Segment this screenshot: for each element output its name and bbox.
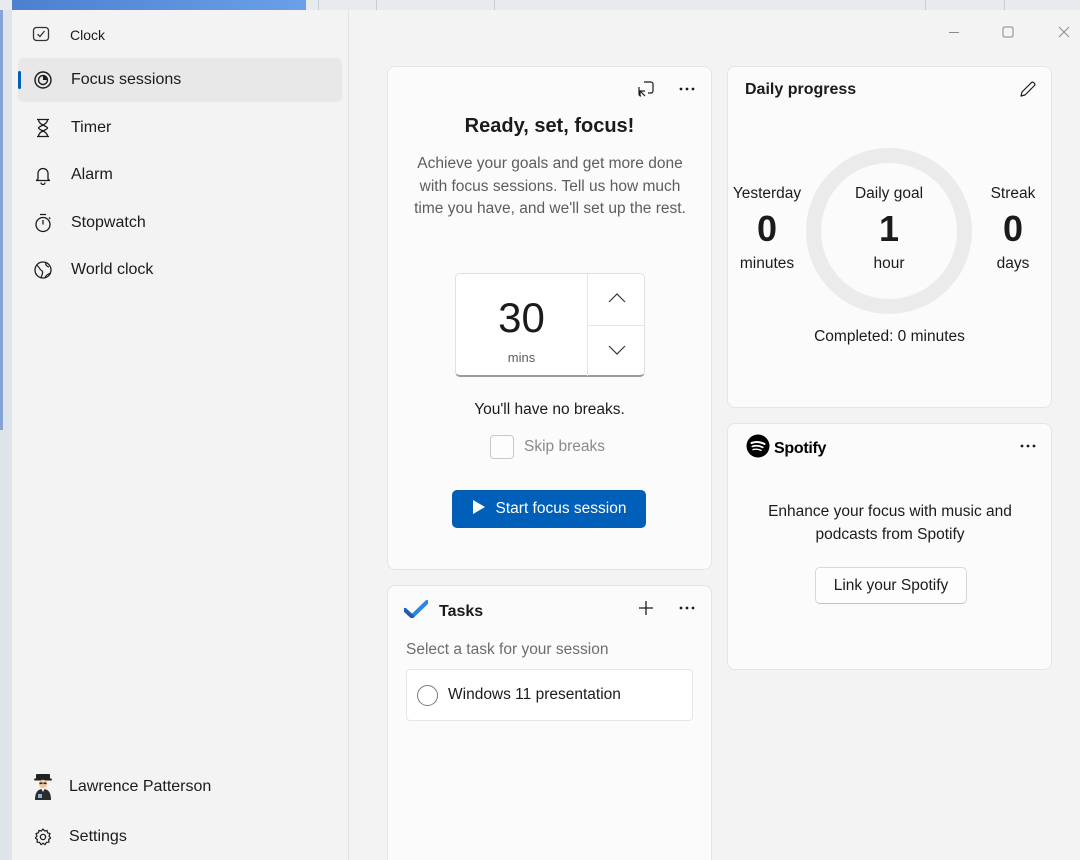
chevron-down-icon [608,342,626,360]
sidebar-item-world-clock[interactable]: World clock [18,248,342,292]
yesterday-value: 0 [756,208,778,249]
edit-pencil-icon[interactable] [1014,75,1042,103]
increase-duration-button[interactable] [588,274,645,324]
todo-check-icon [403,600,429,623]
sidebar-item-label: Timer [71,118,112,136]
bell-icon [32,164,54,186]
daily-progress-title: Daily progress [745,81,857,98]
close-icon[interactable] [1052,22,1076,42]
focus-icon [32,69,54,91]
focus-description: Achieve your goals and get more done wit… [414,155,686,217]
focus-session-card: Ready, set, focus! Achieve your goals an… [387,66,712,570]
decrease-duration-button[interactable] [588,326,645,376]
stopwatch-icon [32,212,54,234]
skip-breaks-label: Skip breaks [524,438,605,455]
sidebar-item-label: Stopwatch [71,213,146,231]
daily-progress-card: Daily progress Yesterday 0 minutes Daily… [727,66,1052,408]
more-options-icon[interactable] [673,75,701,103]
tasks-subtitle: Select a task for your session [406,641,609,658]
sidebar-item-alarm[interactable]: Alarm [18,153,342,197]
duration-value[interactable]: 30 [456,294,587,342]
app-titlebar: Clock [32,24,105,46]
sidebar-item-label: Focus sessions [71,71,182,88]
task-radio[interactable] [417,684,438,706]
streak-unit: days [996,255,1030,272]
skip-breaks-checkbox[interactable]: Skip breaks [490,435,605,459]
start-focus-session-button[interactable]: Start focus session [452,490,646,528]
chevron-up-icon [608,290,626,308]
daily-goal-label: Daily goal [854,185,924,202]
daily-goal-value: 1 [878,208,900,249]
task-label: Windows 11 presentation [448,686,621,703]
play-icon [472,499,486,520]
sidebar-item-label: World clock [71,261,154,278]
background-window-strip [0,0,1080,10]
minimize-icon[interactable] [942,22,966,42]
app-title: Clock [70,27,106,43]
focus-title: Ready, set, focus! [464,115,635,137]
spotify-logo: Spotify [746,434,826,463]
tasks-title: Tasks [439,602,484,620]
keep-on-top-icon[interactable] [632,75,660,103]
streak-stat: Streak 0 days [978,185,1048,273]
checkbox-box[interactable] [490,435,514,459]
yesterday-label: Yesterday [732,185,802,202]
account-name: Lawrence Patterson [69,778,212,795]
streak-label: Streak [990,185,1036,202]
link-spotify-button[interactable]: Link your Spotify [815,567,967,604]
daily-goal-unit: hour [873,255,905,272]
spotify-brand-text: Spotify [774,439,827,457]
sidebar-item-stopwatch[interactable]: Stopwatch [18,201,342,245]
settings-item[interactable]: Settings [32,824,127,850]
clock-app-window: Clock Focus sessions Timer Alarm Stopwat… [12,10,1080,860]
more-options-icon[interactable] [1014,432,1042,460]
more-options-icon[interactable] [673,594,701,622]
sidebar-item-focus-sessions[interactable]: Focus sessions [18,58,342,102]
daily-goal-stat: Daily goal 1 hour [839,185,939,273]
completed-text: Completed: 0 minutes [814,328,965,345]
background-window-edge [0,10,12,860]
tasks-header: Tasks [403,600,484,623]
spotify-card: Spotify Enhance your focus with music an… [727,423,1052,670]
duration-stepper[interactable]: 30 mins [455,273,645,377]
sidebar-item-timer[interactable]: Timer [18,106,342,150]
task-item[interactable]: Windows 11 presentation [406,669,693,721]
spotify-description: Enhance your focus with music and podcas… [768,503,1012,543]
hourglass-icon [32,117,54,139]
yesterday-stat: Yesterday 0 minutes [730,185,804,273]
sidebar-nav: Focus sessions Timer Alarm Stopwatch Wor… [18,58,342,296]
user-avatar [32,774,54,800]
yesterday-unit: minutes [739,255,795,272]
start-button-label: Start focus session [495,500,627,517]
settings-label: Settings [69,828,127,845]
sidebar: Clock Focus sessions Timer Alarm Stopwat… [12,10,349,860]
spotify-icon [746,434,770,463]
account-item[interactable]: Lawrence Patterson [32,774,211,800]
clock-app-icon [32,25,50,46]
gear-icon [32,824,54,850]
breaks-note: You'll have no breaks. [474,401,625,418]
add-task-icon[interactable] [632,594,660,622]
duration-unit: mins [507,350,536,365]
globe-icon [32,259,54,281]
sidebar-item-label: Alarm [71,166,113,183]
tasks-card: Tasks Select a task for your session Win… [387,585,712,860]
streak-value: 0 [1002,208,1024,249]
maximize-icon[interactable] [996,22,1020,42]
